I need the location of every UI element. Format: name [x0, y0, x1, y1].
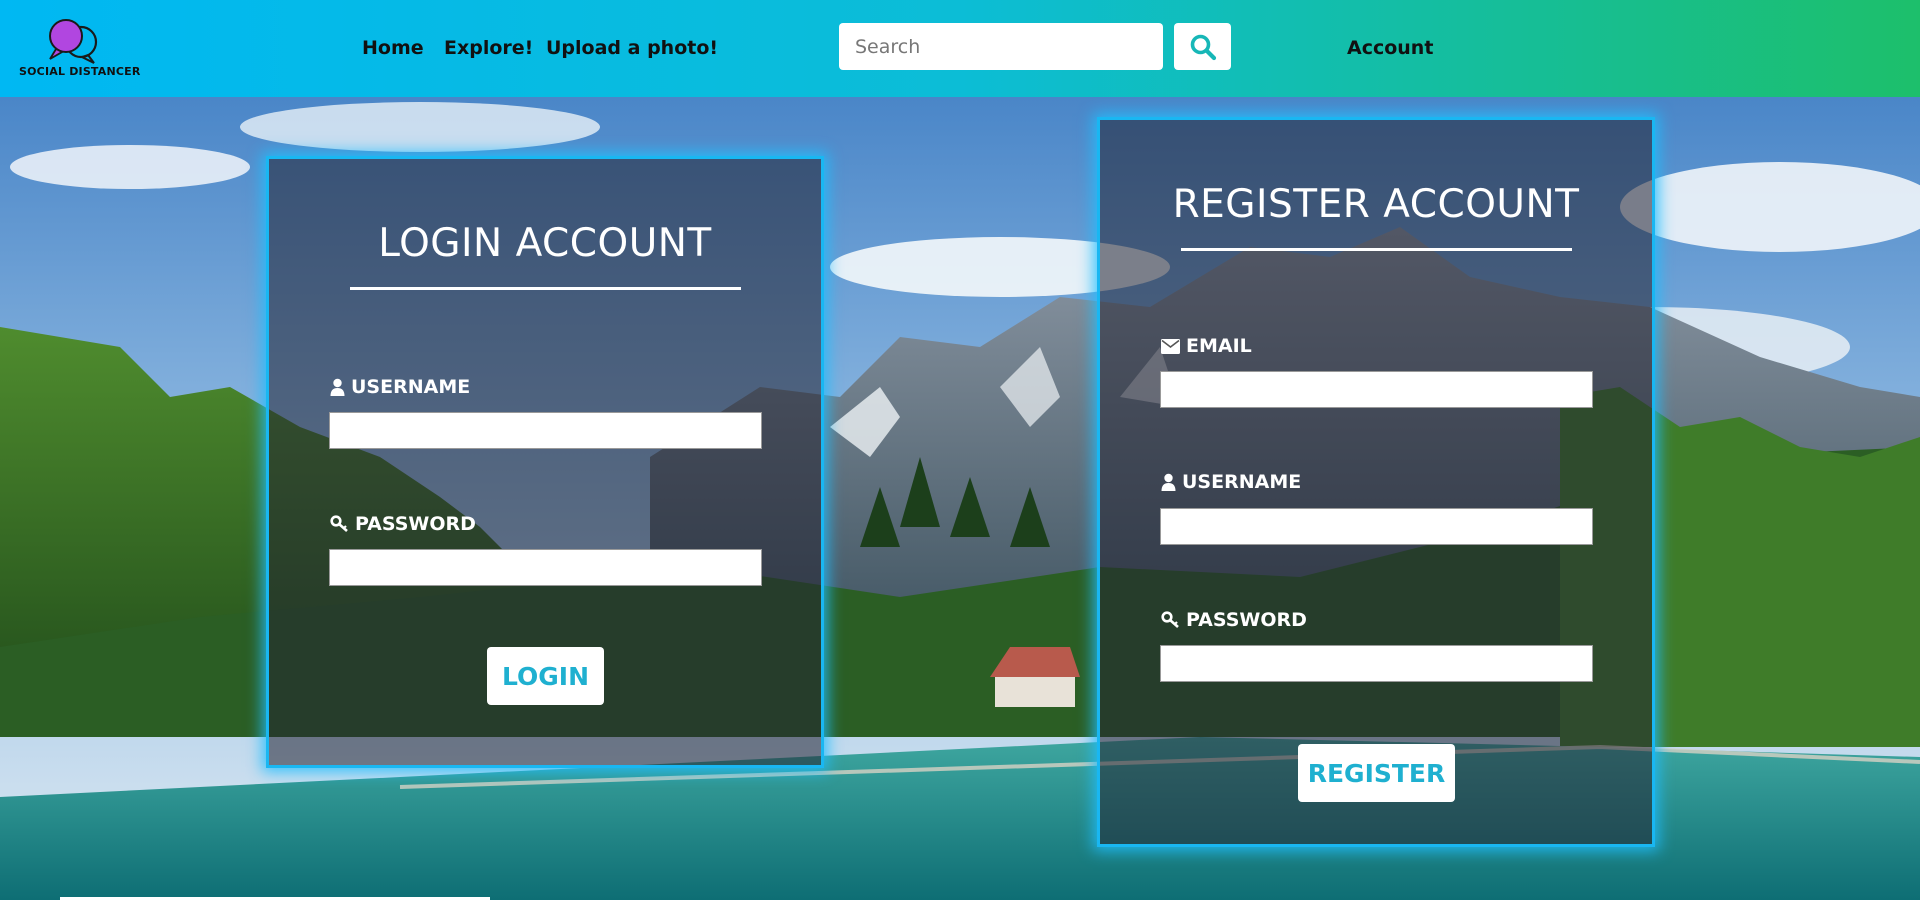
nav-link-account[interactable]: Account	[1347, 37, 1433, 59]
register-button[interactable]: REGISTER	[1298, 744, 1455, 802]
nav-link-home[interactable]: Home	[362, 37, 424, 59]
nav-link-upload-photo[interactable]: Upload a photo!	[546, 37, 718, 59]
top-navbar: SOCIAL DISTANCER Home Explore! Upload a …	[0, 0, 1920, 97]
register-title: REGISTER ACCOUNT	[1172, 182, 1580, 227]
login-title: LOGIN ACCOUNT	[378, 221, 712, 266]
search-icon	[1190, 34, 1216, 60]
user-icon	[1161, 473, 1176, 491]
search-button[interactable]	[1174, 23, 1231, 70]
register-password-input[interactable]	[1160, 645, 1593, 682]
login-button[interactable]: LOGIN	[487, 647, 604, 705]
chat-bubbles-icon	[49, 19, 98, 64]
nav-link-explore[interactable]: Explore!	[444, 37, 533, 59]
register-username-input[interactable]	[1160, 508, 1593, 545]
login-password-label: PASSWORD	[330, 513, 476, 535]
register-password-label-text: PASSWORD	[1186, 609, 1307, 631]
logo-text: SOCIAL DISTANCER	[19, 65, 141, 78]
register-email-label-text: EMAIL	[1186, 335, 1252, 357]
key-icon	[330, 515, 348, 532]
login-username-input[interactable]	[329, 412, 762, 449]
register-card: REGISTER ACCOUNT EMAIL USERNAME PASSWORD…	[1097, 117, 1655, 847]
register-password-label: PASSWORD	[1161, 609, 1307, 631]
user-icon	[330, 378, 345, 396]
login-password-label-text: PASSWORD	[355, 513, 476, 535]
search-input[interactable]	[839, 23, 1163, 70]
envelope-icon	[1161, 338, 1180, 354]
register-username-label-text: USERNAME	[1182, 471, 1302, 493]
login-card: LOGIN ACCOUNT USERNAME PASSWORD LOGIN	[266, 156, 824, 768]
login-title-underline	[350, 287, 741, 290]
login-password-input[interactable]	[329, 549, 762, 586]
register-email-input[interactable]	[1160, 371, 1593, 408]
login-username-label-text: USERNAME	[351, 376, 471, 398]
key-icon	[1161, 611, 1179, 628]
login-username-label: USERNAME	[330, 376, 470, 398]
register-username-label: USERNAME	[1161, 471, 1301, 493]
register-email-label: EMAIL	[1161, 335, 1252, 357]
register-title-underline	[1181, 248, 1572, 251]
